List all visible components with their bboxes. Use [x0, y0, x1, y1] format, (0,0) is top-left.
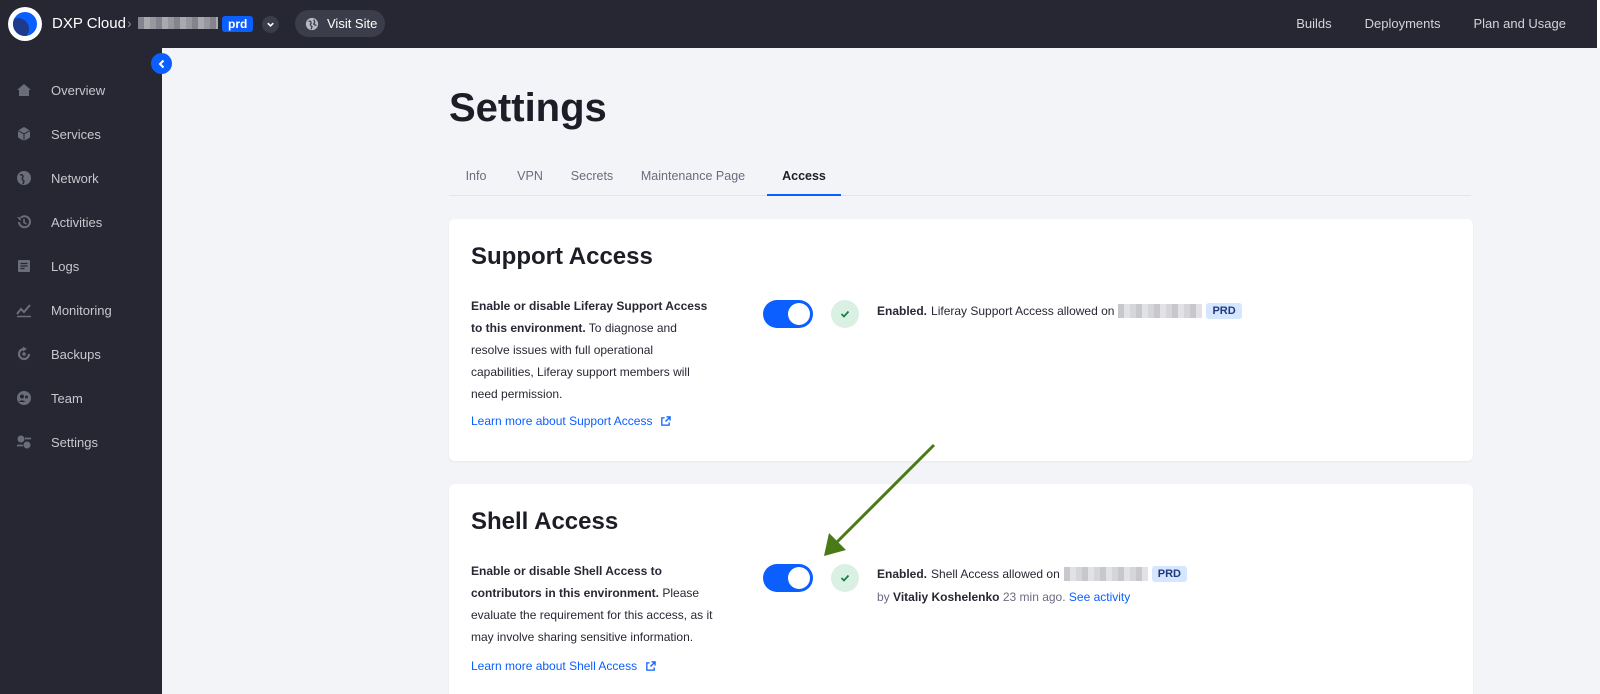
sidebar-item-label: Settings: [51, 434, 98, 450]
main-content: Settings Info VPN Secrets Maintenance Pa…: [162, 48, 1600, 694]
see-activity-link[interactable]: See activity: [1069, 590, 1130, 604]
tab-access[interactable]: Access: [767, 166, 841, 196]
sidebar-item-services[interactable]: Services: [0, 114, 162, 154]
nav-builds[interactable]: Builds: [1296, 16, 1331, 31]
learn-support-access-link[interactable]: Learn more about Support Access: [471, 414, 672, 428]
support-access-status: Enabled. Liferay Support Access allowed …: [877, 303, 1242, 319]
env-badge: prd: [222, 16, 254, 32]
backup-icon: [16, 346, 32, 362]
by-label: by: [877, 590, 890, 604]
sidebar-item-label: Logs: [51, 258, 80, 274]
external-link-icon: [661, 415, 672, 426]
redacted-environment: [1118, 304, 1203, 318]
status-text: Shell Access allowed on: [931, 567, 1060, 581]
sidebar: Overview Services Network Activities Log…: [0, 48, 162, 694]
globe-icon: [305, 17, 319, 30]
sidebar-item-label: Network: [51, 170, 99, 186]
external-link-icon: [646, 660, 656, 671]
status-text: Liferay Support Access allowed on: [931, 304, 1115, 318]
shell-access-card: Shell Access Enable or disable Shell Acc…: [449, 484, 1473, 694]
sidebar-item-label: Services: [51, 126, 101, 142]
shell-access-byline: by Vitaliy Koshelenko 23 min ago. See ac…: [877, 590, 1131, 604]
sidebar-item-label: Activities: [51, 214, 103, 230]
app-title[interactable]: DXP Cloud: [52, 15, 126, 32]
status-enabled: Enabled.: [877, 567, 928, 581]
settings-icon: [16, 434, 32, 450]
learn-shell-access-link[interactable]: Learn more about Shell Access: [471, 659, 656, 673]
support-access-description: Enable or disable Liferay Support Access…: [471, 295, 716, 405]
chart-icon: [16, 302, 32, 318]
sidebar-item-label: Monitoring: [51, 302, 112, 318]
sidebar-item-logs[interactable]: Logs: [0, 246, 162, 286]
sidebar-item-label: Team: [51, 390, 83, 406]
sidebar-item-backups[interactable]: Backups: [0, 334, 162, 374]
history-icon: [16, 214, 32, 230]
chevron-down-icon[interactable]: [262, 16, 279, 33]
dxp-logo-icon[interactable]: [8, 7, 42, 41]
sidebar-item-settings[interactable]: Settings: [0, 422, 162, 462]
nav-deployments[interactable]: Deployments: [1365, 16, 1441, 31]
learn-support-label: Learn more about Support Access: [471, 414, 653, 428]
sidebar-item-label: Overview: [51, 82, 106, 98]
shell-access-title: Shell Access: [471, 508, 619, 535]
team-icon: [16, 390, 32, 406]
collapse-sidebar-button[interactable]: [151, 53, 172, 74]
sidebar-item-overview[interactable]: Overview: [0, 70, 162, 110]
shell-desc-bold: Enable or disable Shell Access to contri…: [471, 564, 662, 600]
tab-maintenance-page[interactable]: Maintenance Page: [627, 166, 759, 196]
chevron-right-icon: ›: [127, 15, 132, 31]
visit-site-label: Visit Site: [327, 16, 378, 31]
tab-info[interactable]: Info: [449, 166, 503, 196]
top-bar: DXP Cloud › prd Visit Site Builds Deploy…: [0, 0, 1600, 48]
nav-plan-usage[interactable]: Plan and Usage: [1473, 16, 1566, 31]
sidebar-item-network[interactable]: Network: [0, 158, 162, 198]
page-title: Settings: [449, 86, 607, 130]
sidebar-item-label: Backups: [51, 346, 101, 362]
tab-secrets[interactable]: Secrets: [557, 166, 627, 196]
time-ago: 23 min ago: [1002, 590, 1063, 604]
top-nav: Builds Deployments Plan and Usage: [1296, 16, 1566, 31]
user-name: Vitaliy Koshelenko: [893, 590, 1000, 604]
globe-icon: [16, 170, 32, 186]
check-icon: [831, 300, 859, 328]
check-icon: [831, 564, 859, 592]
sidebar-item-team[interactable]: Team: [0, 378, 162, 418]
shell-access-description: Enable or disable Shell Access to contri…: [471, 560, 716, 648]
env-badge: PRD: [1206, 303, 1242, 319]
support-access-toggle[interactable]: [763, 300, 813, 328]
redacted-project-name: [138, 17, 218, 29]
redacted-environment: [1063, 567, 1148, 581]
visit-site-button[interactable]: Visit Site: [295, 10, 385, 37]
learn-shell-label: Learn more about Shell Access: [471, 659, 638, 673]
sidebar-item-activities[interactable]: Activities: [0, 202, 162, 242]
tab-vpn[interactable]: VPN: [503, 166, 557, 196]
status-enabled: Enabled.: [877, 304, 928, 318]
shell-access-status: Enabled. Shell Access allowed on PRD: [877, 566, 1187, 582]
support-access-card: Support Access Enable or disable Liferay…: [449, 219, 1473, 461]
support-access-title: Support Access: [471, 243, 653, 270]
cube-icon: [16, 126, 32, 142]
chevron-left-icon: [158, 59, 164, 68]
sidebar-item-monitoring[interactable]: Monitoring: [0, 290, 162, 330]
settings-tabs: Info VPN Secrets Maintenance Page Access: [449, 166, 1471, 196]
env-badge: PRD: [1151, 566, 1187, 582]
logs-icon: [16, 258, 32, 274]
shell-access-toggle[interactable]: [763, 564, 813, 592]
home-icon: [16, 82, 32, 98]
